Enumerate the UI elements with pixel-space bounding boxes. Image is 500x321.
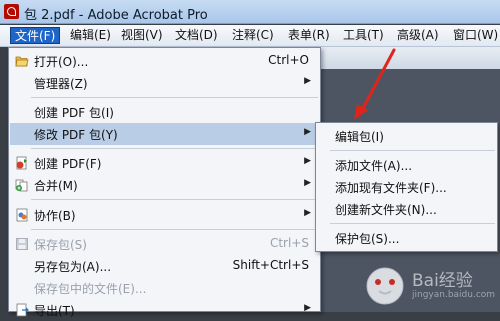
watermark-text: Bai经验 — [412, 271, 473, 291]
baidu-paw-icon — [366, 267, 404, 305]
watermark-url: jingyan.baidu.com — [412, 290, 496, 300]
baidu-watermark: Bai经验 jingyan.baidu.com — [362, 262, 498, 310]
